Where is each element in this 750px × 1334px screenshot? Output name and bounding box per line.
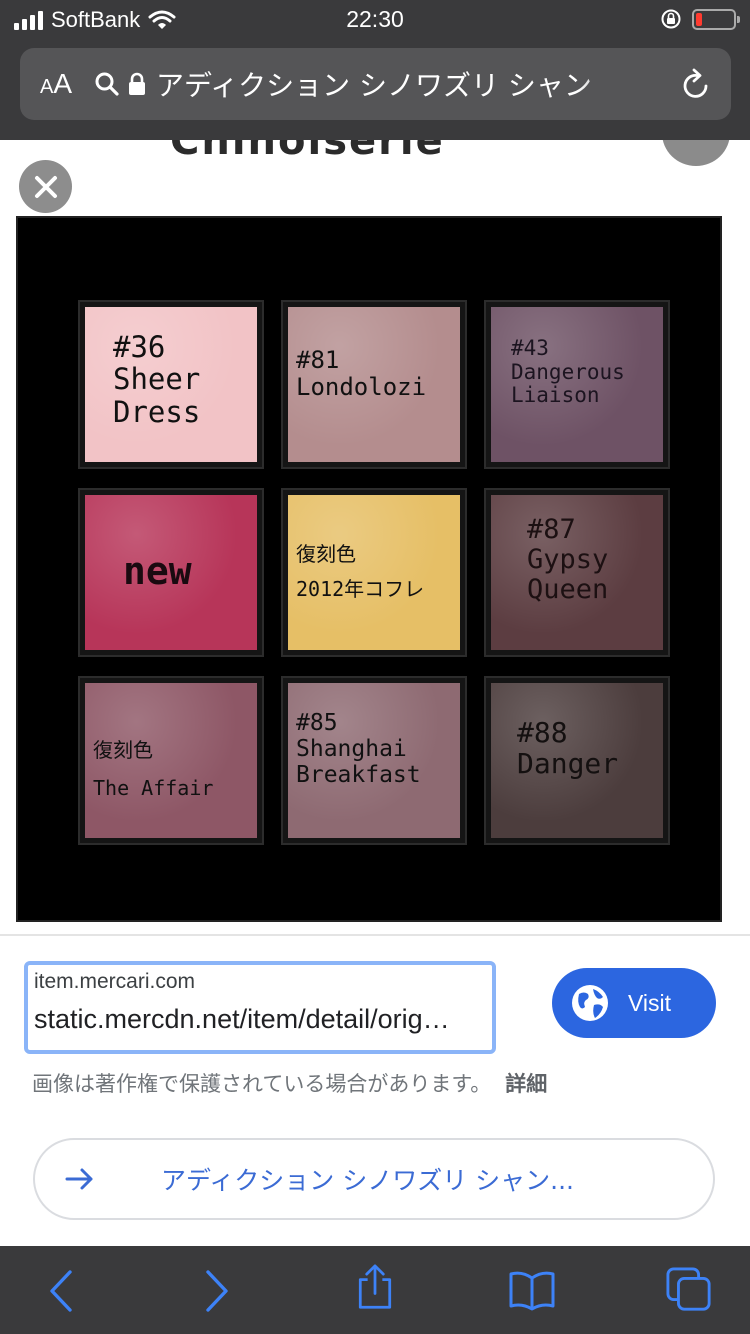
close-icon	[34, 175, 57, 198]
status-bar: SoftBank 22:30	[0, 0, 750, 40]
pan-label: #36 Sheer Dress	[113, 330, 201, 429]
related-search-button[interactable]: アディクション シノワズリ シャン...	[33, 1138, 715, 1220]
notice-text: 画像は著作権で保護されている場合があります。	[32, 1072, 492, 1096]
browser-chrome: SoftBank 22:30 AA アディクション シノワズリ シャン	[0, 0, 750, 140]
pan-label: #87 Gypsy Queen	[527, 514, 609, 606]
pan-6: #87 Gypsy Queen	[486, 490, 668, 655]
page-title: アディクション シノワズリ シャン	[156, 69, 592, 102]
bookmarks-icon[interactable]	[508, 1268, 556, 1314]
reload-icon[interactable]	[681, 67, 713, 101]
pan-2: #81 Londolozi	[283, 302, 465, 467]
pan-label: 復刻色 2012年コフレ	[296, 542, 425, 601]
pan-5: 復刻色 2012年コフレ	[283, 490, 465, 655]
pan-3: #43 Dangerous Liaison	[486, 302, 668, 467]
divider	[0, 934, 750, 936]
back-icon[interactable]	[46, 1268, 76, 1314]
image-viewer: Chinoiserie #36 Sheer Dress #81 Londoloz…	[0, 140, 750, 935]
pan-label: #88 Danger	[517, 716, 619, 781]
status-time: 22:30	[346, 6, 404, 32]
globe-icon	[572, 985, 608, 1021]
pan-9: #88 Danger	[486, 678, 668, 843]
pan-4: new	[80, 490, 262, 655]
status-right	[660, 8, 740, 30]
pan-label: #81 Londolozi	[296, 346, 427, 401]
close-button[interactable]	[19, 160, 72, 213]
pan-label: #43 Dangerous Liaison	[511, 336, 625, 408]
visit-label: Visit	[628, 989, 672, 1016]
tabs-icon[interactable]	[664, 1266, 714, 1312]
battery-icon	[692, 8, 740, 30]
pan-8: #85 Shanghai Breakfast	[283, 678, 465, 843]
copyright-notice: 画像は著作権で保護されている場合があります。 詳細	[32, 1068, 547, 1098]
source-path: static.mercdn.net/item/detail/orig…	[34, 1004, 450, 1034]
pan-label: 復刻色 The Affair	[93, 738, 214, 800]
search-icon	[95, 72, 119, 96]
pan-7: 復刻色 The Affair	[80, 678, 262, 843]
related-search-text: アディクション シノワズリ シャン...	[161, 1166, 574, 1195]
forward-icon[interactable]	[202, 1268, 232, 1314]
arrow-right-icon	[65, 1168, 93, 1190]
share-icon[interactable]	[354, 1264, 396, 1310]
share-image-button[interactable]	[662, 140, 730, 166]
address-bar[interactable]: AA アディクション シノワズリ シャン	[20, 48, 731, 120]
visit-button[interactable]: Visit	[552, 968, 716, 1038]
pan-label: #85 Shanghai Breakfast	[296, 710, 421, 788]
image-source-link[interactable]: item.mercari.com static.mercdn.net/item/…	[24, 961, 496, 1054]
pan-1: #36 Sheer Dress	[80, 302, 262, 467]
pan-label: new	[123, 549, 192, 593]
source-domain: item.mercari.com	[34, 970, 196, 993]
peek-title: Chinoiserie	[170, 140, 445, 164]
details-link[interactable]: 詳細	[505, 1072, 547, 1096]
lock-icon	[129, 72, 146, 95]
orientation-lock-icon	[661, 9, 681, 29]
text-size-button[interactable]: AA	[40, 68, 72, 100]
eyeshadow-palette-image: #36 Sheer Dress #81 Londolozi #43 Danger…	[16, 216, 722, 922]
browser-toolbar	[0, 1246, 750, 1334]
